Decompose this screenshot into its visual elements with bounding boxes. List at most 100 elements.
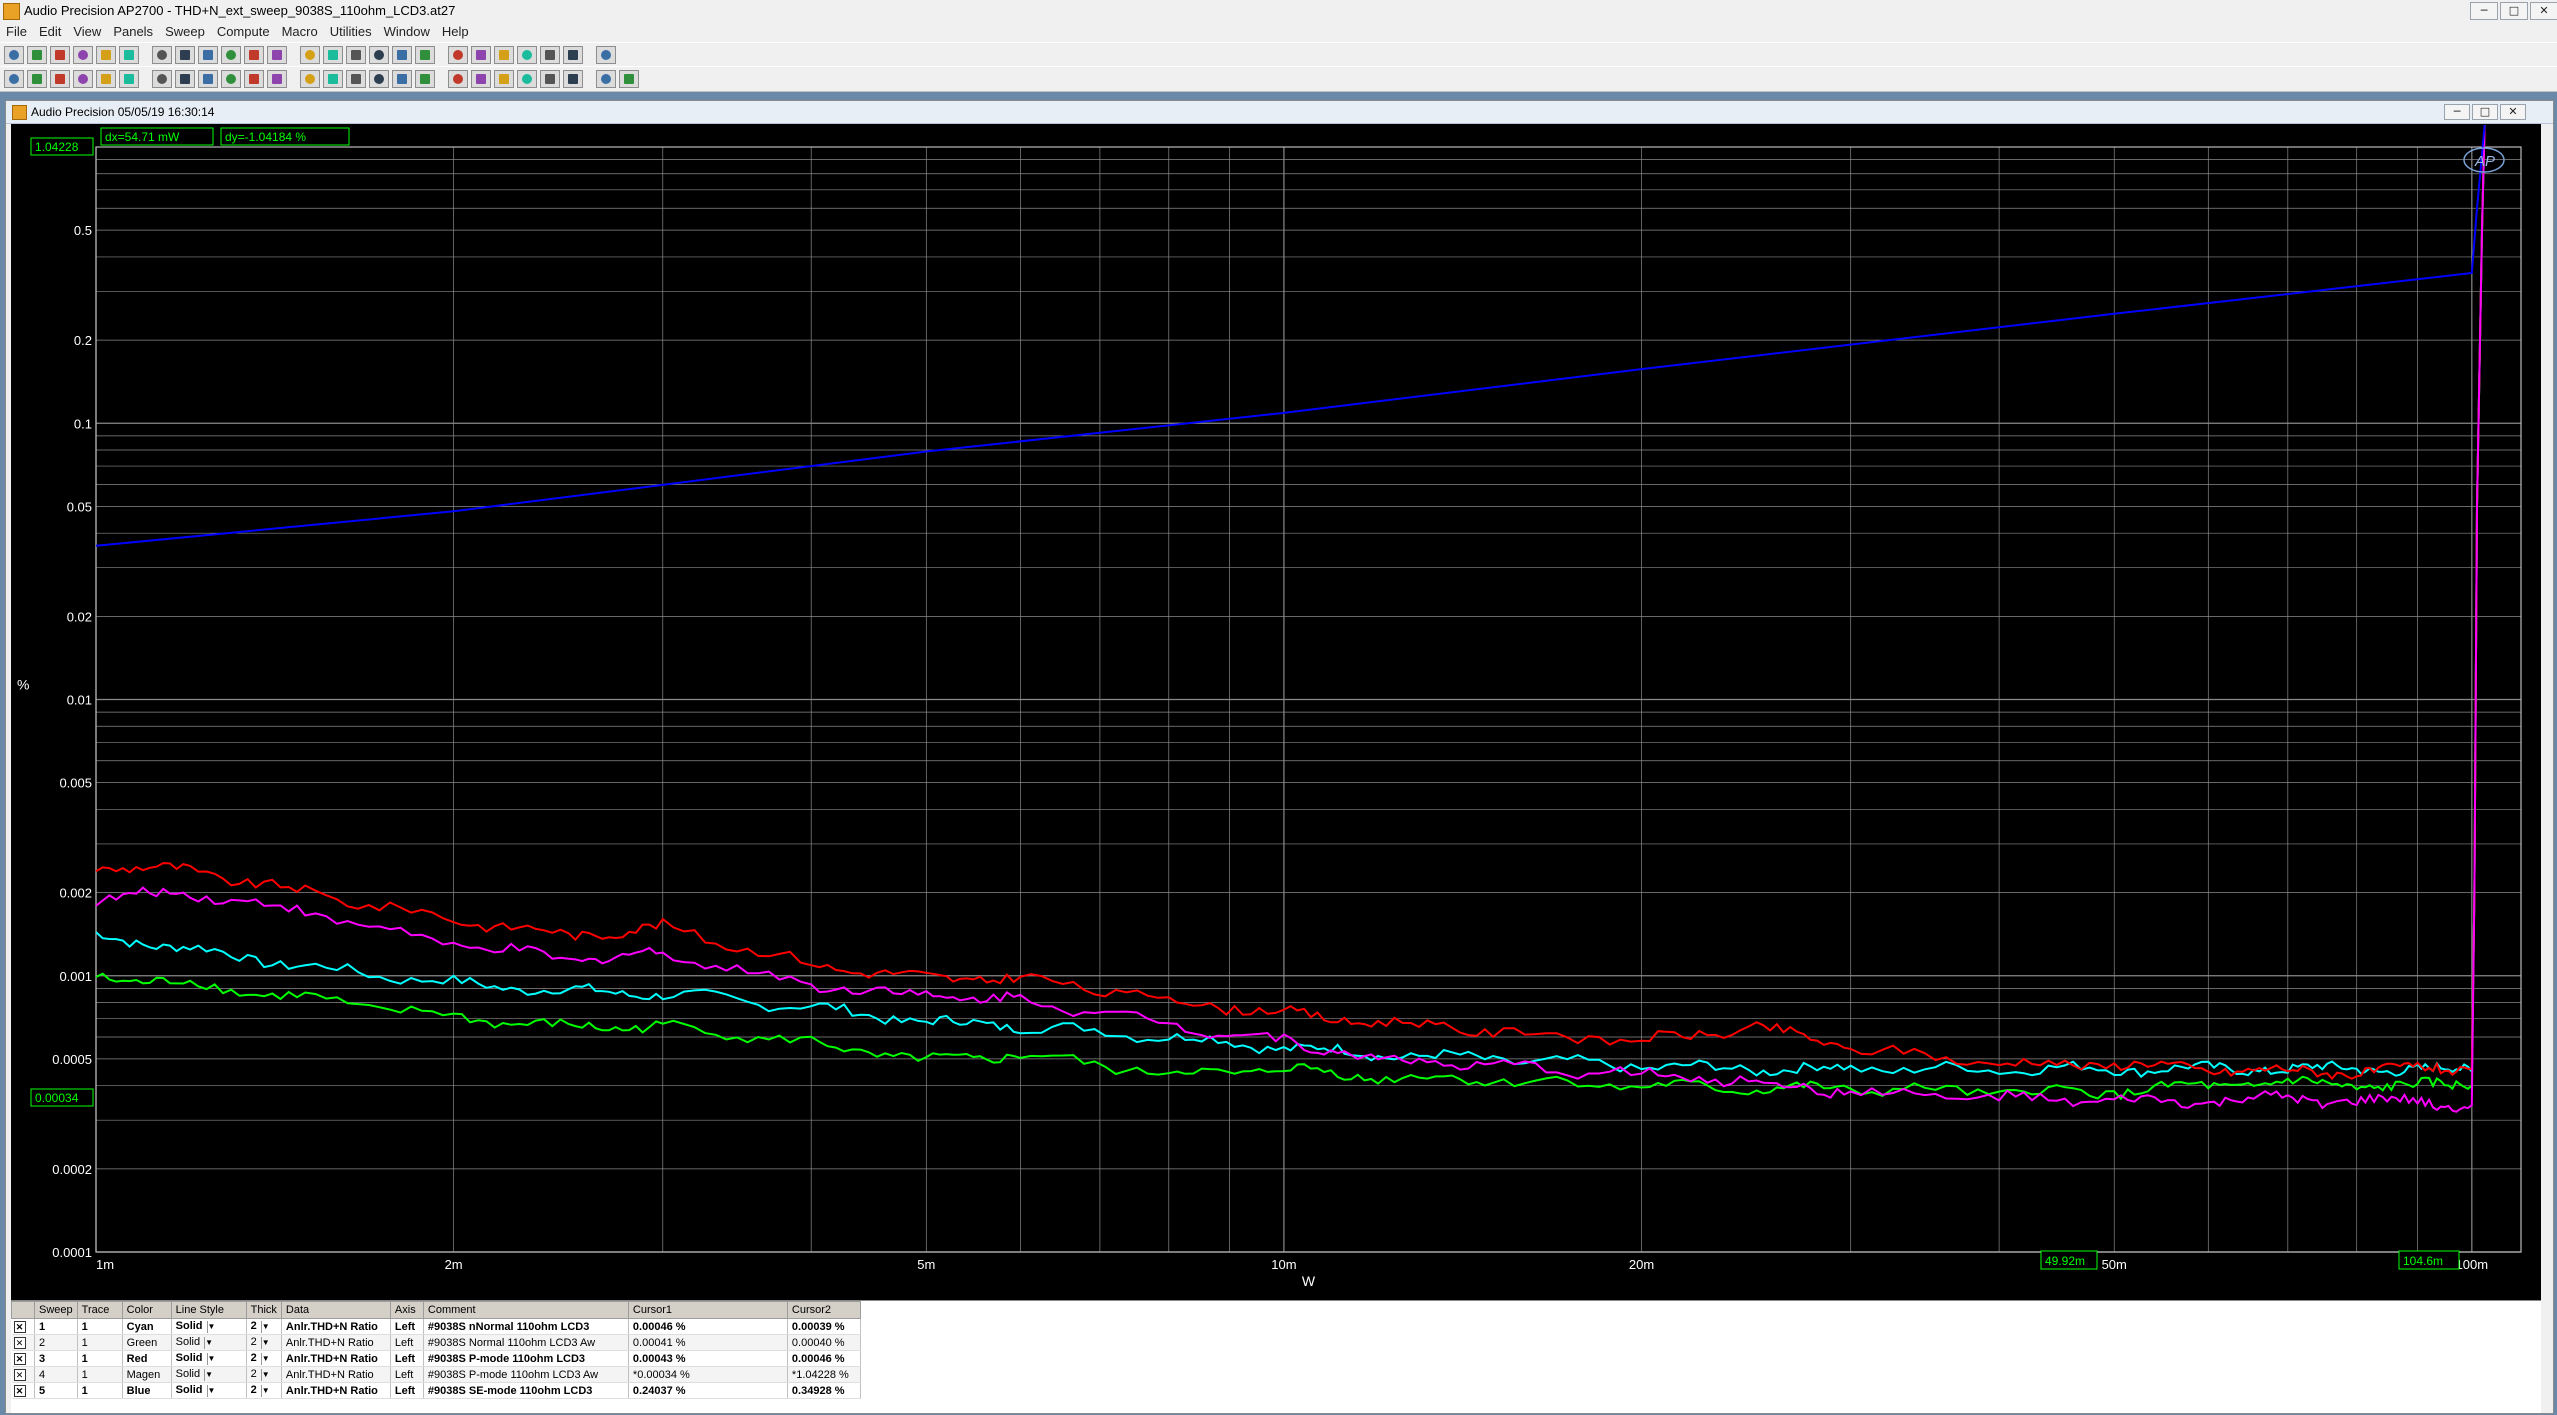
legend-header-color[interactable]: Color [121, 1301, 172, 1319]
legend-cell-color[interactable]: Blue [122, 1382, 172, 1399]
dropdown-arrow-icon[interactable]: ▼ [206, 1320, 216, 1333]
legend-cell-sweep[interactable]: 4 [34, 1366, 78, 1383]
undo-button[interactable] [175, 46, 195, 64]
sweep-button[interactable] [267, 70, 287, 88]
filter-button[interactable] [323, 70, 343, 88]
menu-panels[interactable]: Panels [107, 22, 159, 42]
dropdown-arrow-icon[interactable]: ▼ [260, 1368, 270, 1381]
legend-cell-c1[interactable]: 0.00043 % [628, 1350, 788, 1367]
legend-cell-c1[interactable]: 0.00046 % [628, 1318, 788, 1335]
chart-button[interactable] [392, 70, 412, 88]
legend-cell-sweep[interactable]: 1 [34, 1318, 78, 1335]
compute-button[interactable] [300, 70, 320, 88]
graph-view-button[interactable] [4, 70, 24, 88]
panel-a-button[interactable] [471, 70, 491, 88]
legend-cell-data[interactable]: Anlr.THD+N Ratio [281, 1334, 391, 1351]
legend-cell-thick[interactable]: 2 ▼ [246, 1382, 282, 1399]
stop-sweep-button[interactable] [471, 46, 491, 64]
graph-button[interactable] [392, 46, 412, 64]
legend-cell-comment[interactable]: #9038S nNormal 110ohm LCD3 [423, 1318, 629, 1335]
legend-cell-style[interactable]: Solid ▼ [171, 1334, 247, 1351]
menu-sweep[interactable]: Sweep [159, 22, 211, 42]
new-button[interactable] [4, 46, 24, 64]
print-button[interactable] [119, 46, 139, 64]
check-icon[interactable]: ✕ [13, 1320, 26, 1333]
legend-cell-color[interactable]: Red [122, 1350, 172, 1367]
legend-cell-axis[interactable]: Left [390, 1366, 424, 1383]
generator-button[interactable] [119, 70, 139, 88]
legend-header-sweep[interactable]: Sweep [34, 1301, 78, 1319]
graph-maximize-button[interactable]: □ [2472, 104, 2498, 120]
legend-cell-trace[interactable]: 1 [77, 1350, 123, 1367]
legend-cell-style[interactable]: Solid ▼ [171, 1350, 247, 1367]
legend-cell-sweep[interactable]: 5 [34, 1382, 78, 1399]
legend-header-comment[interactable]: Comment [422, 1301, 629, 1319]
dropdown-arrow-icon[interactable]: ▼ [260, 1336, 270, 1349]
legend-cell-c2[interactable]: 0.00040 % [787, 1334, 861, 1351]
stop-button[interactable] [300, 46, 320, 64]
dropdown-arrow-icon[interactable]: ▼ [206, 1384, 216, 1397]
legend-header-thick[interactable]: Thick [245, 1301, 282, 1319]
legend-header-line-style[interactable]: Line Style [170, 1301, 247, 1319]
pause-button[interactable] [448, 46, 468, 64]
legend-cell-data[interactable]: Anlr.THD+N Ratio [281, 1366, 391, 1383]
legend-cell-color[interactable]: Magen [122, 1366, 172, 1383]
menu-file[interactable]: File [0, 22, 33, 42]
graph-minimize-button[interactable]: ─ [2444, 104, 2470, 120]
zoom-out-button[interactable] [563, 46, 583, 64]
meter-button[interactable] [221, 70, 241, 88]
transfer-button[interactable] [73, 70, 93, 88]
legend-cell-thick[interactable]: 2 ▼ [246, 1334, 282, 1351]
arrow-down-button[interactable] [369, 70, 389, 88]
check-icon[interactable]: ✕ [13, 1368, 26, 1381]
save-button[interactable] [73, 46, 93, 64]
open-test-button[interactable] [50, 46, 70, 64]
legend-cell-color[interactable]: Green [122, 1334, 172, 1351]
legend-cell-style[interactable]: Solid ▼ [171, 1382, 247, 1399]
legend-cell-data[interactable]: Anlr.THD+N Ratio [281, 1382, 391, 1399]
legend-cell-c2[interactable]: 0.34928 % [787, 1382, 861, 1399]
legend-row[interactable]: ✕ 1 1 Cyan Solid ▼ 2 ▼ Anlr.THD+N Ratio Left #9038… [11, 1318, 861, 1335]
legend-cell-thick[interactable]: 2 ▼ [246, 1350, 282, 1367]
arrow-right-button[interactable] [346, 70, 366, 88]
legend-cell-axis[interactable]: Left [390, 1334, 424, 1351]
legend-cell-color[interactable]: Cyan [122, 1318, 172, 1335]
legend-row[interactable]: ✕ 3 1 Red Solid ▼ 2 ▼ Anlr.THD+N Ratio Left #9038S… [11, 1350, 861, 1367]
legend-header-trace[interactable]: Trace [76, 1301, 123, 1319]
panel-c-button[interactable] [517, 70, 537, 88]
settings-button[interactable] [369, 46, 389, 64]
panel-d-button[interactable] [540, 70, 560, 88]
paste-button[interactable] [244, 46, 264, 64]
save-as-button[interactable] [96, 46, 116, 64]
legend-row-checkbox[interactable]: ✕ [11, 1350, 35, 1367]
glasses-button[interactable] [517, 46, 537, 64]
graph-close-button[interactable]: ✕ [2500, 104, 2526, 120]
export-button[interactable] [448, 70, 468, 88]
legend-cell-trace[interactable]: 1 [77, 1334, 123, 1351]
check-icon[interactable]: ✕ [13, 1336, 26, 1349]
redo-button[interactable] [596, 46, 616, 64]
chart-canvas[interactable]: 0.5 0.2 0.1 0.05 0.02 0.01 0.005 0.002 0.001 0.00… [11, 124, 2541, 1296]
dropdown-arrow-icon[interactable]: ▼ [204, 1336, 213, 1349]
legend-row[interactable]: ✕ 5 1 Blue Solid ▼ 2 ▼ Anlr.THD+N Ratio Left #9038… [11, 1382, 861, 1399]
legend-cell-comment[interactable]: #9038S SE-mode 110ohm LCD3 [423, 1382, 629, 1399]
legend-cell-data[interactable]: Anlr.THD+N Ratio [281, 1350, 391, 1367]
copy-button[interactable] [221, 46, 241, 64]
legend-row[interactable]: ✕ 4 1 Magen Solid ▼ 2 ▼ Anlr.THD+N Ratio Left #903… [11, 1366, 861, 1383]
legend-cell-axis[interactable]: Left [390, 1318, 424, 1335]
close-button[interactable]: ✕ [2530, 2, 2557, 20]
legend-cell-c2[interactable]: *1.04228 % [787, 1366, 861, 1383]
legend-row-checkbox[interactable]: ✕ [11, 1382, 35, 1399]
legend-row-checkbox[interactable]: ✕ [11, 1366, 35, 1383]
open-button[interactable] [27, 46, 47, 64]
signal-button[interactable] [244, 70, 264, 88]
panel-f-button[interactable] [596, 70, 616, 88]
switcher-button[interactable] [152, 70, 172, 88]
legend-cell-sweep[interactable]: 2 [34, 1334, 78, 1351]
menu-view[interactable]: View [67, 22, 107, 42]
legend-header-axis[interactable]: Axis [389, 1301, 424, 1319]
maximize-button[interactable]: □ [2500, 2, 2528, 20]
menu-utilities[interactable]: Utilities [324, 22, 378, 42]
scale-button[interactable] [50, 70, 70, 88]
panel-e-button[interactable] [563, 70, 583, 88]
